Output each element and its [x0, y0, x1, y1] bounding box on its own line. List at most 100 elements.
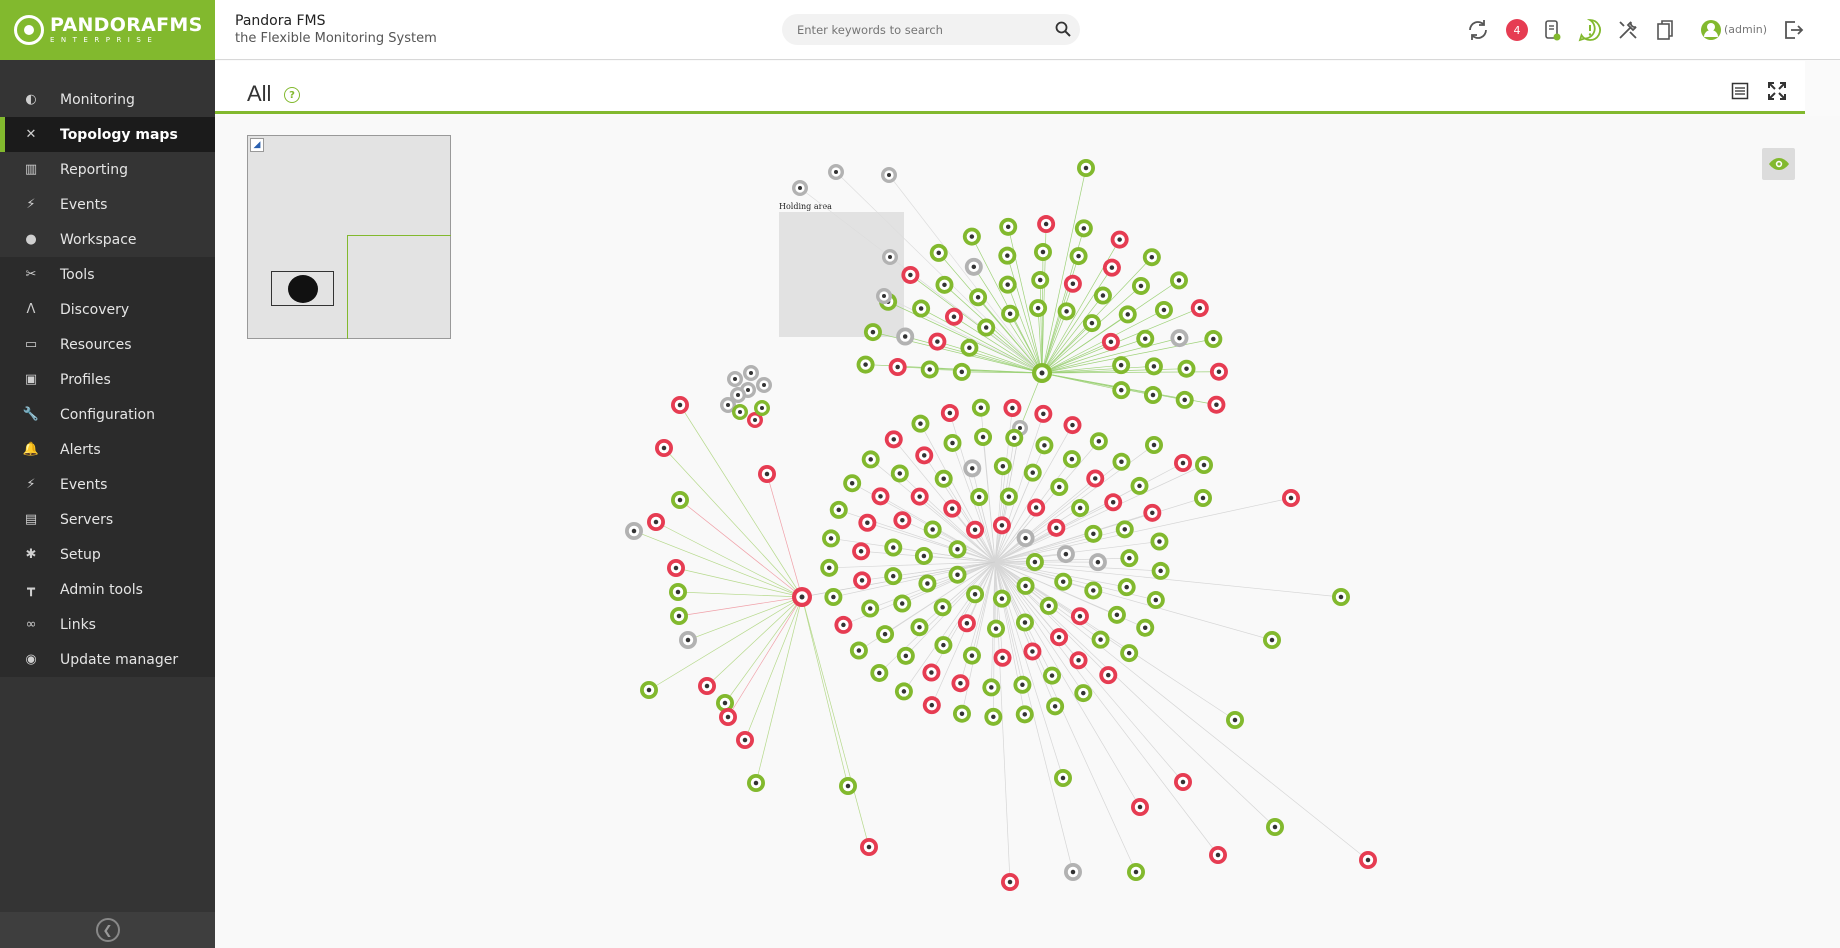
agent-node[interactable] [923, 520, 942, 539]
agent-node[interactable] [1169, 271, 1188, 290]
sidebar-item-reporting[interactable]: ▥ Reporting [0, 152, 215, 187]
agent-node[interactable] [1136, 618, 1155, 637]
agent-node[interactable] [670, 607, 688, 625]
agent-node[interactable] [1037, 215, 1056, 234]
agent-node[interactable] [963, 459, 982, 478]
agent-node[interactable] [962, 646, 981, 665]
agent-node[interactable] [1101, 332, 1120, 351]
agent-node[interactable] [1082, 314, 1101, 333]
tools-icon[interactable] [1616, 18, 1640, 42]
agent-node[interactable] [912, 299, 931, 318]
agent-node[interactable] [1282, 489, 1300, 507]
agent-node[interactable] [914, 546, 933, 565]
agent-node[interactable] [998, 246, 1017, 265]
fullscreen-icon[interactable] [1767, 81, 1787, 101]
agent-node[interactable] [944, 307, 963, 326]
agent-node[interactable] [1016, 529, 1035, 548]
agent-node[interactable] [732, 404, 748, 420]
sidebar-item-setup[interactable]: ✱ Setup [0, 537, 215, 572]
agent-node[interactable] [943, 499, 962, 518]
agent-node[interactable] [792, 180, 808, 196]
agent-node[interactable] [1015, 705, 1034, 724]
agent-node[interactable] [1332, 588, 1350, 606]
agent-node[interactable] [1062, 450, 1081, 469]
agent-node[interactable] [952, 704, 971, 723]
agent-node[interactable] [698, 677, 716, 695]
agent-node[interactable] [1115, 520, 1134, 539]
agent-node[interactable] [1054, 572, 1073, 591]
agent-node[interactable] [849, 641, 868, 660]
agent-node[interactable] [856, 355, 875, 374]
copy-icon[interactable] [1653, 18, 1677, 42]
agent-node[interactable] [1190, 299, 1209, 318]
agent-node[interactable] [982, 678, 1001, 697]
agent-node[interactable] [1027, 498, 1046, 517]
agent-node[interactable] [1136, 329, 1155, 348]
sidebar-item-discovery[interactable]: Λ Discovery [0, 292, 215, 327]
agent-node[interactable] [896, 327, 915, 346]
agent-node[interactable] [952, 362, 971, 381]
agent-node[interactable] [1174, 773, 1192, 791]
agent-node[interactable] [1063, 416, 1082, 435]
agent-node[interactable] [1032, 363, 1052, 383]
agent-node[interactable] [876, 625, 895, 644]
agent-node[interactable] [951, 674, 970, 693]
agent-node[interactable] [992, 589, 1011, 608]
agent-node[interactable] [756, 377, 772, 393]
agent-node[interactable] [1084, 581, 1103, 600]
agent-node[interactable] [1043, 666, 1062, 685]
agent-node[interactable] [758, 465, 776, 483]
agent-node[interactable] [843, 474, 862, 493]
agent-node[interactable] [1266, 818, 1284, 836]
agent-node[interactable] [1013, 675, 1032, 694]
agent-node[interactable] [1117, 578, 1136, 597]
sidebar-item-admin-tools[interactable]: ┳ Admin tools [0, 572, 215, 607]
agent-node[interactable] [870, 663, 889, 682]
agent-node[interactable] [884, 567, 903, 586]
agent-node[interactable] [922, 696, 941, 715]
agent-node[interactable] [839, 777, 857, 795]
agent-node[interactable] [727, 371, 743, 387]
agent-node[interactable] [1150, 532, 1169, 551]
agent-node[interactable] [969, 288, 988, 307]
agent-node[interactable] [647, 513, 665, 531]
agent-node[interactable] [747, 774, 765, 792]
minimap-toggle-icon[interactable]: ◢ [250, 138, 264, 152]
agent-node[interactable] [669, 583, 687, 601]
agent-node[interactable] [754, 400, 770, 416]
agent-node[interactable] [824, 587, 843, 606]
agent-node[interactable] [719, 708, 737, 726]
agent-node[interactable] [822, 529, 841, 548]
agent-node[interactable] [962, 227, 981, 246]
agent-node[interactable] [852, 542, 871, 561]
agent-node[interactable] [928, 332, 947, 351]
agent-node[interactable] [861, 599, 880, 618]
agent-node[interactable] [1033, 243, 1052, 262]
sidebar-item-topology-maps[interactable]: ✕ Topology maps [0, 117, 215, 152]
agent-node[interactable] [1175, 390, 1194, 409]
agent-node[interactable] [964, 257, 983, 276]
agent-node[interactable] [671, 396, 689, 414]
agent-node[interactable] [1035, 436, 1054, 455]
agent-node[interactable] [998, 275, 1017, 294]
minimap-graph-box[interactable] [271, 271, 334, 306]
agent-node[interactable] [1142, 248, 1161, 267]
agent-node[interactable] [1088, 553, 1107, 572]
agent-node[interactable] [1112, 452, 1131, 471]
agent-node[interactable] [948, 540, 967, 559]
agent-node[interactable] [1093, 286, 1112, 305]
alert-icon[interactable] [1578, 18, 1602, 42]
agent-node[interactable] [834, 615, 853, 634]
notification-badge[interactable]: 4 [1506, 19, 1528, 41]
agent-node[interactable] [970, 488, 989, 507]
agent-node[interactable] [999, 487, 1018, 506]
agent-node[interactable] [901, 265, 920, 284]
agent-node[interactable] [1084, 524, 1103, 543]
agent-node[interactable] [910, 618, 929, 637]
agent-node[interactable] [888, 358, 907, 377]
logout-icon[interactable] [1781, 18, 1805, 42]
agent-node[interactable] [1063, 274, 1082, 293]
holding-area[interactable] [779, 212, 904, 337]
agent-node[interactable] [1091, 630, 1110, 649]
sidebar-item-tools[interactable]: ✂ Tools [0, 257, 215, 292]
